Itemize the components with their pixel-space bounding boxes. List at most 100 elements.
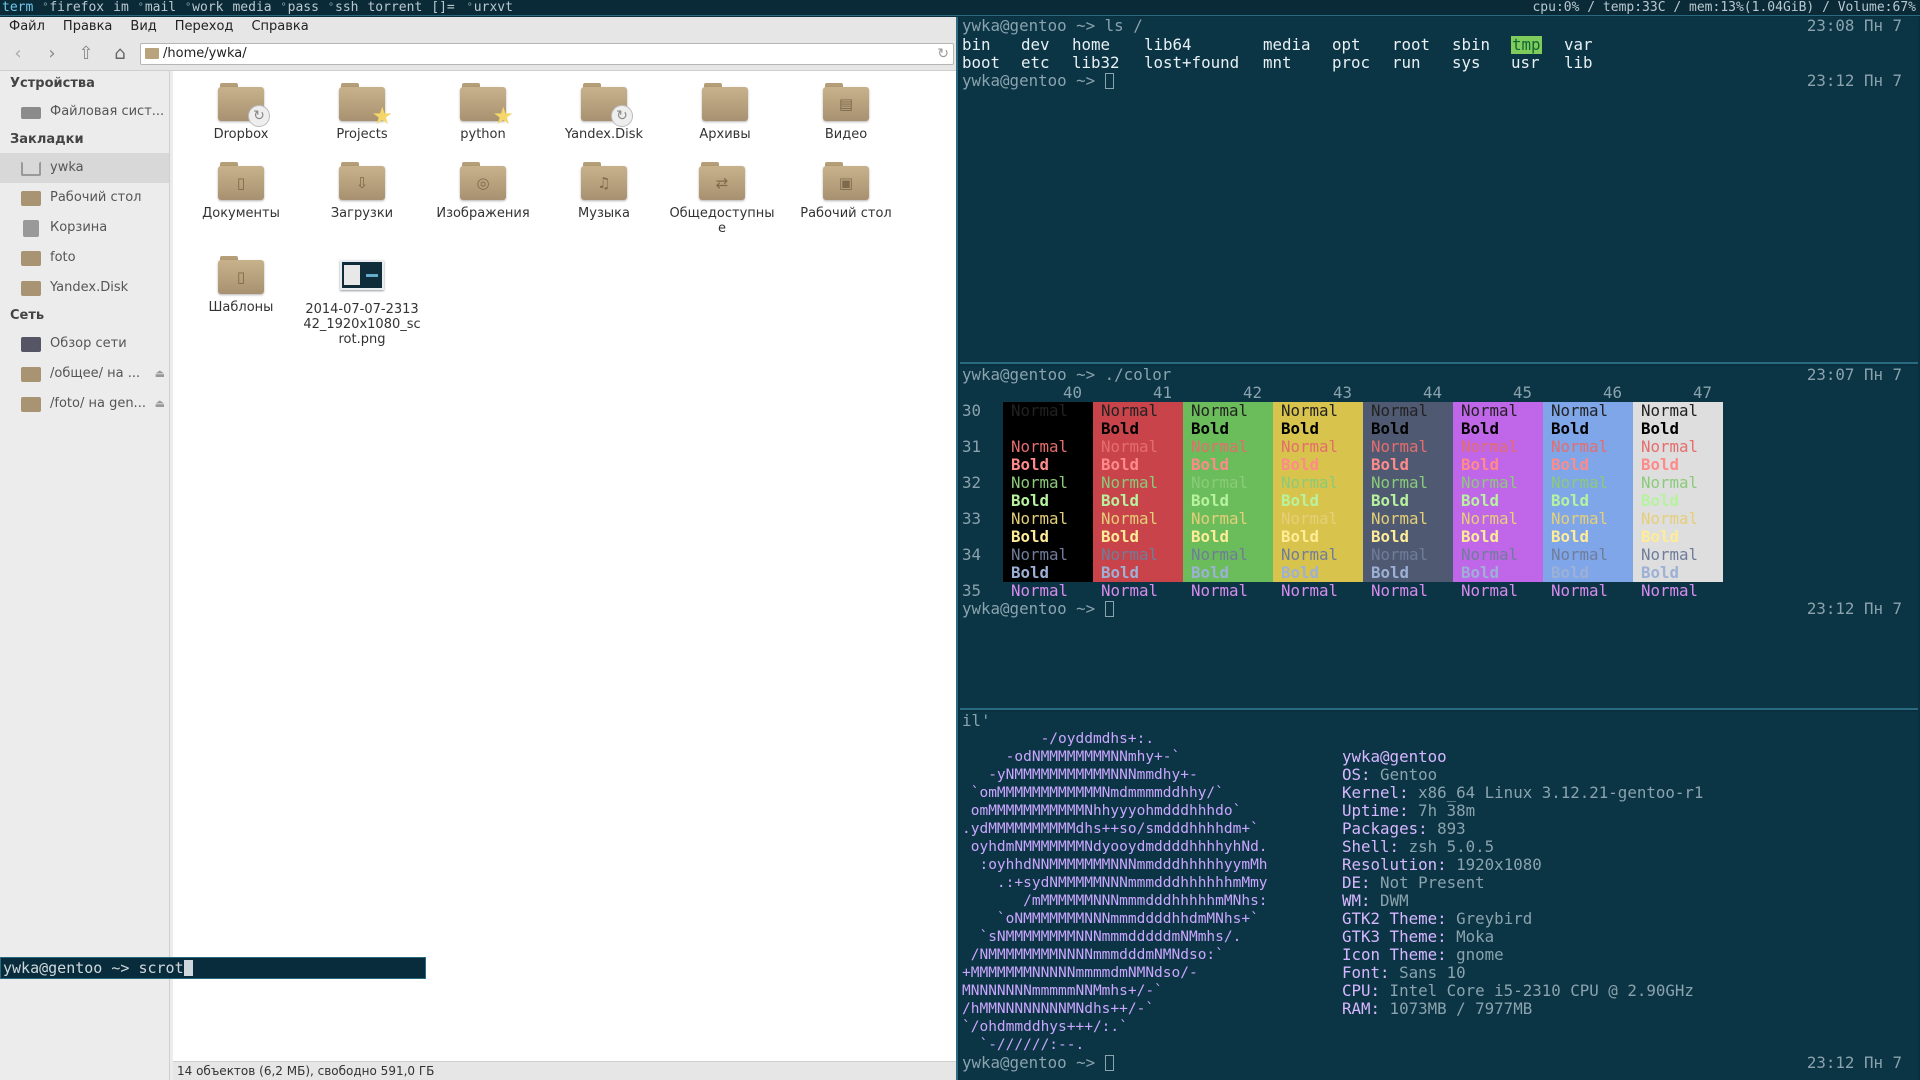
sidebar-item-home[interactable]: ywka bbox=[0, 153, 169, 183]
color-sample: Normal bbox=[1641, 509, 1699, 528]
sidebar: Устройства Файловая сист... Закладки ywk… bbox=[0, 71, 170, 1080]
tag-work[interactable]: work bbox=[185, 0, 223, 16]
color-sample: Normal bbox=[1371, 401, 1429, 420]
terminal-color-test[interactable]: ywka@gentoo ~> ./color 23:07 Пн 7 40 41 42… bbox=[960, 366, 1918, 710]
color-sample: Normal bbox=[1551, 473, 1609, 492]
music-folder-icon: ♫ bbox=[581, 162, 627, 200]
tag-pass[interactable]: pass bbox=[281, 0, 319, 16]
file-name: Музыка bbox=[578, 206, 630, 221]
text-cursor bbox=[1104, 73, 1114, 89]
color-sample: Bold bbox=[1641, 419, 1680, 438]
row-label: 35 bbox=[962, 581, 982, 600]
info-key: RAM: bbox=[1342, 999, 1381, 1018]
terminal-ls[interactable]: ywka@gentoo ~> ls / 23:08 Пн 7 bin dev h… bbox=[960, 17, 1918, 364]
menu-help[interactable]: Справка bbox=[242, 17, 317, 37]
color-sample: Normal bbox=[1281, 473, 1339, 492]
eject-icon[interactable]: ⏏ bbox=[155, 389, 165, 419]
layout-indicator[interactable]: []= bbox=[431, 0, 454, 16]
file-item[interactable]: ⇩ Загрузки bbox=[303, 162, 421, 221]
sidebar-item-label: /foto/ на gen... bbox=[50, 396, 146, 411]
ls-entry: home bbox=[1072, 35, 1111, 54]
file-item[interactable]: ★ python bbox=[424, 83, 542, 142]
file-item[interactable]: ▯ Документы bbox=[182, 162, 300, 221]
file-item[interactable]: ↻ Dropbox bbox=[182, 83, 300, 142]
color-sample: Bold bbox=[1461, 491, 1500, 510]
color-sample: Normal bbox=[1191, 509, 1249, 528]
up-arrow-icon[interactable]: ⇧ bbox=[74, 43, 98, 65]
forward-arrow-icon[interactable]: › bbox=[40, 43, 64, 65]
file-item[interactable]: ↻ Yandex.Disk bbox=[545, 83, 663, 142]
home-icon[interactable]: ⌂ bbox=[108, 43, 132, 65]
color-sample: Bold bbox=[1641, 563, 1680, 582]
terminal-screenfetch[interactable]: il' -/oyddmdhs+:. -odNMMMMMMMMNNmhy+-` -… bbox=[960, 712, 1918, 1080]
sidebar-item-network-browse[interactable]: Обзор сети bbox=[0, 329, 169, 359]
location-path: /home/ywka/ bbox=[163, 46, 247, 61]
color-sample: Bold bbox=[1371, 455, 1410, 474]
ls-entry: bin bbox=[962, 35, 991, 54]
sidebar-item-label: ywka bbox=[50, 160, 84, 175]
tag-media[interactable]: media bbox=[232, 0, 271, 16]
menu-view[interactable]: Вид bbox=[121, 17, 165, 37]
ls-entry: media bbox=[1263, 35, 1311, 54]
file-item[interactable]: 2014-07-07-231342_1920x1080_scrot.png bbox=[303, 256, 421, 347]
color-sample: Normal bbox=[1011, 401, 1069, 420]
info-value: zsh 5.0.5 bbox=[1399, 837, 1495, 856]
menu-file[interactable]: Файл bbox=[0, 17, 54, 37]
sidebar-item-desktop[interactable]: Рабочий стол bbox=[0, 183, 169, 213]
file-item[interactable]: ⇄ Общедоступные bbox=[666, 162, 778, 236]
tag-mail[interactable]: mail bbox=[138, 0, 176, 16]
color-sample: Normal bbox=[1011, 581, 1069, 600]
sidebar-item-share-foto[interactable]: /foto/ на gen... ⏏ bbox=[0, 389, 169, 419]
sync-folder-icon bbox=[21, 281, 41, 296]
tag-firefox[interactable]: firefox bbox=[42, 0, 104, 16]
info-key: CPU: bbox=[1342, 981, 1381, 1000]
sidebar-item-foto[interactable]: foto bbox=[0, 243, 169, 273]
back-arrow-icon[interactable]: ‹ bbox=[6, 43, 30, 65]
folder-icon bbox=[145, 48, 159, 59]
color-sample: Bold bbox=[1551, 419, 1590, 438]
info-row: Uptime: 7h 38m bbox=[1342, 802, 1475, 820]
file-item[interactable]: ◎ Изображения bbox=[424, 162, 542, 221]
color-sample: Normal bbox=[1281, 545, 1339, 564]
menu-go[interactable]: Переход bbox=[166, 17, 243, 37]
file-item[interactable]: ♫ Музыка bbox=[545, 162, 663, 221]
ls-entry: lost+found bbox=[1144, 53, 1240, 72]
sidebar-item-trash[interactable]: Корзина bbox=[0, 213, 169, 243]
file-item[interactable]: ▣ Рабочий стол bbox=[787, 162, 905, 221]
tag-torrent[interactable]: torrent bbox=[367, 0, 422, 16]
command-input[interactable]: scrot bbox=[138, 959, 183, 977]
info-row: Kernel: x86_64 Linux 3.12.21-gentoo-r1 bbox=[1342, 784, 1703, 802]
trash-icon bbox=[23, 220, 39, 237]
tag-im[interactable]: im bbox=[113, 0, 129, 16]
tag-ssh[interactable]: ssh bbox=[328, 0, 358, 16]
eject-icon[interactable]: ⏏ bbox=[155, 359, 165, 389]
color-column: Normal Bold Normal Bold Normal Bold Normal Bold… bbox=[1363, 401, 1453, 600]
folder-icon bbox=[702, 83, 748, 121]
color-sample: Bold bbox=[1011, 527, 1050, 546]
color-sample: Bold bbox=[1641, 491, 1680, 510]
color-sample: Bold bbox=[1461, 563, 1500, 582]
file-item[interactable]: ▯ Шаблоны bbox=[182, 256, 300, 315]
sidebar-item-filesystem[interactable]: Файловая сист... bbox=[0, 97, 169, 127]
color-sample: Normal bbox=[1191, 401, 1249, 420]
prompt-line: ywka@gentoo ~> bbox=[962, 1054, 1114, 1072]
reload-icon[interactable]: ↻ bbox=[937, 44, 949, 64]
row-label: 31 bbox=[962, 437, 982, 456]
file-item[interactable]: Архивы bbox=[666, 83, 784, 142]
menu-edit[interactable]: Правка bbox=[54, 17, 121, 37]
tag-term[interactable]: term bbox=[2, 0, 33, 16]
color-sample: Normal bbox=[1371, 509, 1429, 528]
pictures-folder-icon: ◎ bbox=[460, 162, 506, 200]
sidebar-item-yandex-disk[interactable]: Yandex.Disk bbox=[0, 273, 169, 303]
color-sample: Normal bbox=[1641, 545, 1699, 564]
file-item[interactable]: ▤ Видео bbox=[787, 83, 905, 142]
file-item[interactable]: ★ Projects bbox=[303, 83, 421, 142]
location-bar[interactable]: /home/ywka/ ↻ bbox=[140, 43, 954, 65]
color-sample: Bold bbox=[1191, 455, 1230, 474]
ls-entry: sys bbox=[1452, 53, 1481, 72]
star-badge-icon: ★ bbox=[371, 102, 393, 130]
prompt-text: ywka@gentoo ~> bbox=[3, 959, 139, 977]
sidebar-item-label: Обзор сети bbox=[50, 336, 127, 351]
command-prompt[interactable]: ywka@gentoo ~> scrot bbox=[0, 957, 426, 979]
sidebar-item-share-common[interactable]: /общее/ на ... ⏏ bbox=[0, 359, 169, 389]
